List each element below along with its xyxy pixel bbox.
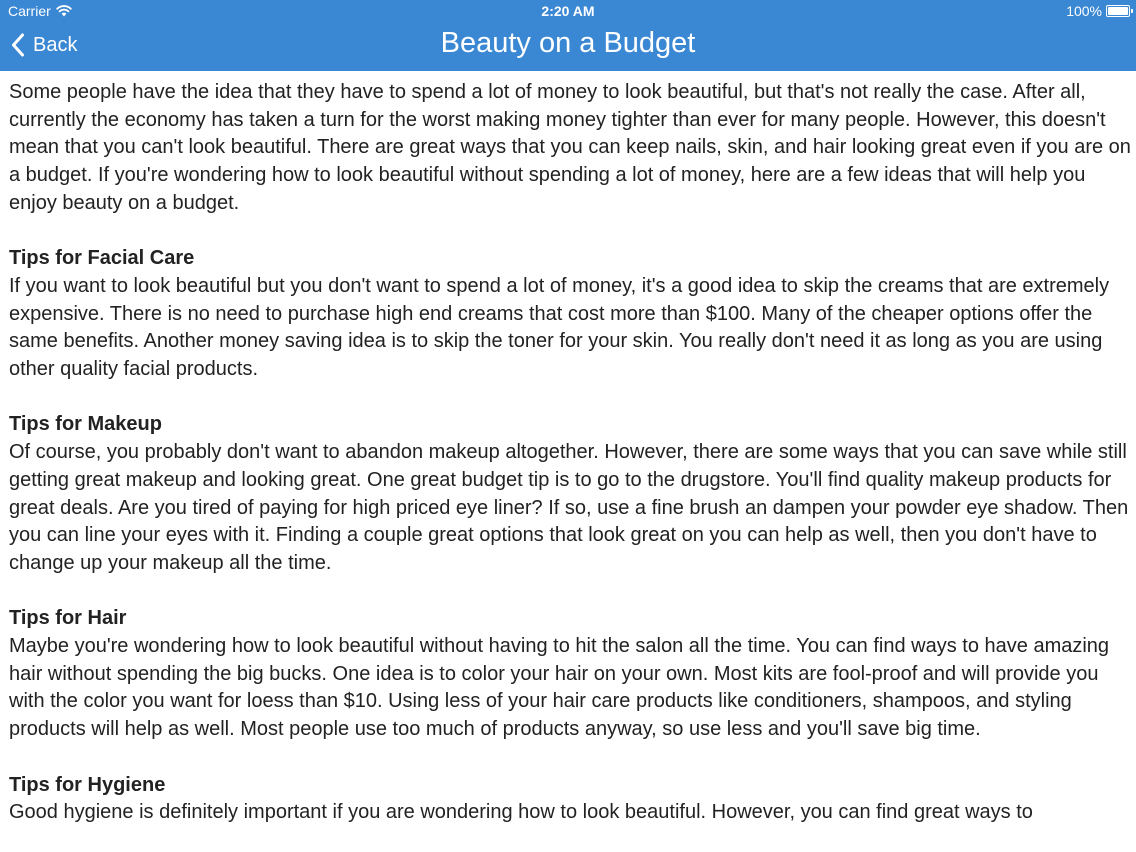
- status-bar: Carrier 2:20 AM 100%: [0, 0, 1136, 22]
- navigation-bar: Back Beauty on a Budget: [0, 22, 1136, 71]
- section-heading-makeup: Tips for Makeup: [9, 413, 162, 436]
- section-heading-hygiene: Tips for Hygiene: [9, 773, 166, 796]
- article-intro: Some people have the idea that they have…: [9, 81, 1131, 214]
- header: Carrier 2:20 AM 100% Back Beauty on a Bu…: [0, 0, 1136, 71]
- battery-icon: [1106, 5, 1133, 17]
- section-heading-hair: Tips for Hair: [9, 607, 127, 630]
- section-body-facial-care: If you want to look beautiful but you do…: [9, 274, 1110, 381]
- section-body-hygiene: Good hygiene is definitely important if …: [9, 801, 1033, 824]
- section-body-makeup: Of course, you probably don't want to ab…: [9, 441, 1129, 574]
- section-body-hair: Maybe you're wondering how to look beaut…: [9, 635, 1110, 741]
- section-heading-facial-care: Tips for Facial Care: [9, 247, 195, 270]
- battery-percent: 100%: [1066, 3, 1102, 19]
- article-content: Some people have the idea that they have…: [9, 79, 1131, 827]
- page-title: Beauty on a Budget: [440, 27, 696, 59]
- battery-indicator: 100%: [1066, 3, 1133, 19]
- status-time: 2:20 AM: [541, 3, 595, 19]
